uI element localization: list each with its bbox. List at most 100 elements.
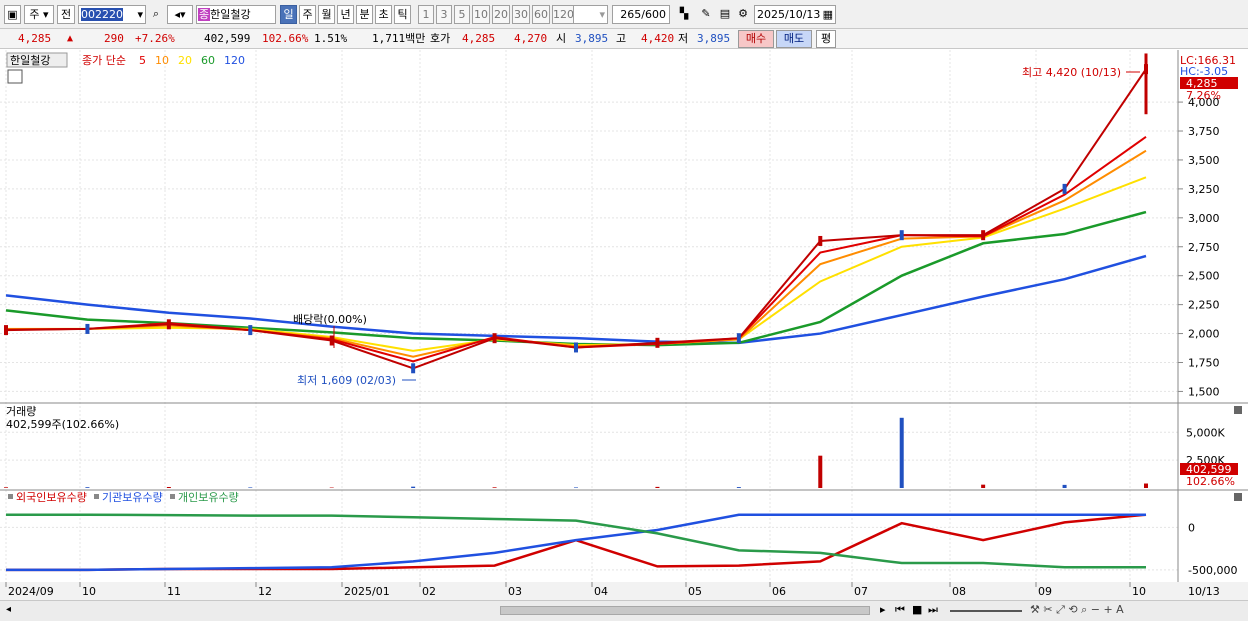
open-label: 시 bbox=[556, 32, 567, 45]
x-tick-label: 12 bbox=[258, 585, 272, 598]
close-icon[interactable] bbox=[1234, 406, 1242, 414]
count-max: /600 bbox=[641, 8, 666, 21]
volume-bar bbox=[4, 487, 8, 488]
tick-interval-120[interactable]: 120 bbox=[552, 5, 574, 24]
quote-high: 4,420 bbox=[641, 32, 675, 45]
sell-button[interactable]: 매도 bbox=[776, 30, 812, 48]
y-tick-label: 2,500 bbox=[1188, 270, 1220, 283]
calendar-icon[interactable]: ▦ bbox=[823, 6, 835, 23]
scroll-bar[interactable]: ◂ ▸ ⏮ ■ ⏭ ⚒ ✂ ⤢ ⟲ ⌕ − + A bbox=[0, 600, 1248, 621]
quote-change: 290 bbox=[104, 32, 124, 45]
tick-interval-30[interactable]: 30 bbox=[512, 5, 530, 24]
holding-legend-1: 기관보유수량 bbox=[102, 491, 163, 504]
scroll-left-icon[interactable]: ◂ bbox=[6, 604, 11, 615]
x-axis-bg bbox=[0, 582, 1248, 600]
first-icon[interactable]: ⏮ bbox=[895, 603, 905, 617]
quote-volume: 402,599 bbox=[204, 32, 251, 45]
quote-amount: 1,711백만 bbox=[372, 32, 426, 45]
volume-bar bbox=[85, 487, 90, 488]
tick-interval-5[interactable]: 5 bbox=[454, 5, 470, 24]
volume-bar bbox=[899, 417, 904, 488]
buy-button[interactable]: 매수 bbox=[738, 30, 774, 48]
x-tick-label: 04 bbox=[594, 585, 608, 598]
save-icon[interactable]: ▤ bbox=[716, 5, 734, 24]
scroll-thumb[interactable] bbox=[500, 606, 870, 615]
window-icon[interactable]: ▣ bbox=[4, 5, 21, 24]
y-tick-label: 3,000 bbox=[1188, 212, 1220, 225]
period-4[interactable]: 분 bbox=[356, 5, 373, 24]
tick-interval-1[interactable]: 1 bbox=[418, 5, 434, 24]
quote-pct: +7.26% bbox=[135, 32, 175, 45]
zoom-slider[interactable] bbox=[950, 610, 1022, 612]
x-tick-label: 05 bbox=[688, 585, 702, 598]
code-input[interactable]: 002220 ▾ bbox=[78, 5, 146, 24]
volume-bar bbox=[736, 487, 741, 488]
volume-bar bbox=[1144, 483, 1148, 488]
calculator-icon[interactable] bbox=[7, 69, 23, 84]
tick-interval-20[interactable]: 20 bbox=[492, 5, 510, 24]
eval-button[interactable]: 평 bbox=[816, 30, 836, 48]
type-select[interactable]: 주 ▾ bbox=[24, 5, 54, 24]
candle bbox=[248, 325, 253, 336]
stock-name-label: 한일철강 bbox=[210, 8, 251, 21]
y-tick-label: 2,250 bbox=[1188, 299, 1220, 312]
legend-marker bbox=[94, 494, 99, 499]
speaker-icon[interactable]: ◂▾ bbox=[167, 5, 193, 24]
x-last-label: 10/13 bbox=[1188, 585, 1220, 598]
quote-vol-ratio: 102.66% bbox=[262, 32, 309, 45]
count-field[interactable]: 265/600 bbox=[612, 5, 670, 24]
close-icon[interactable] bbox=[1234, 493, 1242, 501]
chart-area[interactable]: 4,0003,7503,5003,2503,0002,7502,5002,250… bbox=[0, 50, 1248, 600]
period-2[interactable]: 월 bbox=[318, 5, 335, 24]
last-pct: 7.26% bbox=[1186, 89, 1221, 102]
tick-interval-10[interactable]: 10 bbox=[472, 5, 490, 24]
period-5[interactable]: 초 bbox=[375, 5, 392, 24]
quote-turnover: 1.51% bbox=[314, 32, 348, 45]
candle bbox=[655, 337, 660, 348]
period-6[interactable]: 틱 bbox=[394, 5, 411, 24]
volume-tick-label: 5,000K bbox=[1186, 426, 1225, 439]
name-badge: 종 bbox=[198, 8, 211, 21]
quote-low: 3,895 bbox=[697, 32, 731, 45]
volume-bar bbox=[655, 486, 660, 488]
y-tick-label: 3,500 bbox=[1188, 154, 1220, 167]
count-value: 265 bbox=[620, 8, 642, 21]
prev-button[interactable]: 전 bbox=[57, 5, 75, 24]
quote-bid: 4,270 bbox=[514, 32, 548, 45]
volume-bar bbox=[411, 486, 416, 488]
period-3[interactable]: 년 bbox=[337, 5, 354, 24]
tick-interval-3[interactable]: 3 bbox=[436, 5, 452, 24]
ma-legend-10: 10 bbox=[155, 54, 169, 67]
ma-legend-5: 5 bbox=[139, 54, 146, 67]
legend-prefix: 종가 단순 bbox=[82, 54, 126, 67]
draw-tool-icon[interactable]: ✎ bbox=[696, 5, 716, 24]
tick-interval-60[interactable]: 60 bbox=[532, 5, 550, 24]
candle bbox=[329, 335, 334, 346]
x-tick-label: 07 bbox=[854, 585, 868, 598]
y-tick-label: 3,250 bbox=[1188, 183, 1220, 196]
name-tag: 한일철강 bbox=[10, 53, 50, 67]
x-ticks: 2024/09 10 11 12 2025/01 02 03 04 05 06 07 08 09 10 10… bbox=[0, 582, 1248, 600]
quote-bar: 4,285 ▲ 290 +7.26% 402,599 102.66% 1.51%… bbox=[0, 29, 1248, 49]
gear-icon[interactable]: ⚙ bbox=[734, 5, 752, 24]
ma-legend-20: 20 bbox=[178, 54, 192, 67]
tools-icon[interactable]: ⚒ ✂ ⤢ ⟲ ⌕ − + A bbox=[1030, 603, 1124, 617]
div-note: 배당락(0.00%) bbox=[293, 313, 367, 326]
volume-bar bbox=[818, 455, 823, 488]
candle bbox=[411, 363, 416, 374]
interval-select[interactable]: ▾ bbox=[570, 5, 608, 24]
quote-price: 4,285 bbox=[18, 32, 52, 45]
search-icon[interactable]: ⌕ bbox=[148, 5, 164, 24]
high-label: 고 bbox=[616, 32, 627, 45]
up-arrow-icon: ▲ bbox=[67, 33, 74, 44]
period-0[interactable]: 일 bbox=[280, 5, 297, 24]
chart-settings-icon[interactable]: ▚ bbox=[674, 5, 694, 24]
stop-icon[interactable]: ■ bbox=[912, 603, 922, 616]
toolbar: ▣ 주 ▾ 전 002220 ▾ ⌕ ◂▾ 종한일철강 ▾ 265/600 ▚ ✎… bbox=[0, 0, 1248, 29]
last-icon[interactable]: ⏭ bbox=[928, 603, 938, 617]
date-field[interactable]: 2025/10/13 ▦ bbox=[754, 5, 836, 24]
period-1[interactable]: 주 bbox=[299, 5, 316, 24]
volume-bar bbox=[981, 484, 986, 488]
stock-name[interactable]: 종한일철강 bbox=[196, 5, 276, 24]
scroll-right-icon[interactable]: ▸ bbox=[880, 603, 886, 616]
